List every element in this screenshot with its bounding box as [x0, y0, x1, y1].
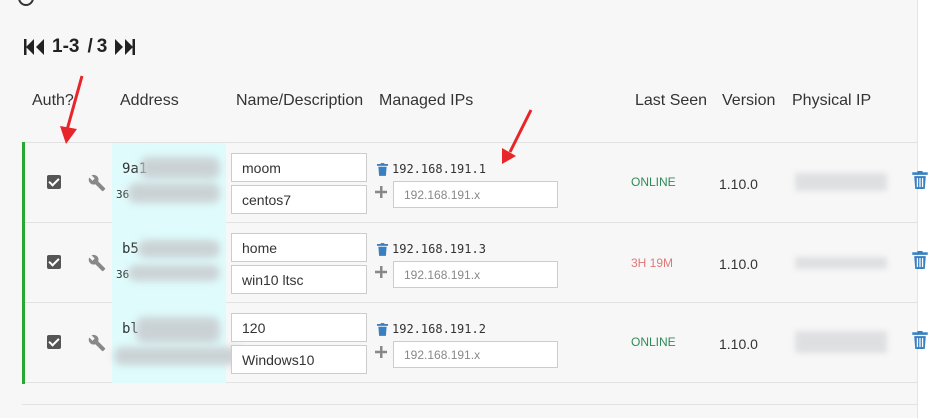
physical-ip-redacted [795, 331, 887, 353]
managed-ip-entry: 192.168.191.2 [377, 321, 486, 337]
physical-ip-redacted [795, 257, 887, 269]
managed-ip-value: 192.168.191.1 [392, 162, 486, 176]
plus-icon[interactable] [375, 346, 387, 358]
managed-ip-entry: 192.168.191.1 [377, 161, 486, 177]
table-row: bl 120 Windows10 192.168.191.2 192.168.1… [0, 303, 928, 383]
auth-checkbox[interactable] [47, 175, 61, 189]
address-cell: b5 36 [112, 223, 226, 303]
redacted-blur [114, 347, 244, 365]
member-name-field[interactable]: moom [231, 153, 367, 182]
add-ip-input[interactable]: 192.168.191.x [393, 341, 558, 368]
managed-ip-value: 192.168.191.3 [392, 242, 486, 256]
managed-ip-entry: 192.168.191.3 [377, 241, 486, 257]
add-ip-input[interactable]: 192.168.191.x [393, 181, 558, 208]
redacted-blur [128, 265, 220, 281]
redacted-blur [136, 317, 220, 343]
member-name-field[interactable]: 120 [231, 313, 367, 342]
last-page-icon[interactable] [113, 38, 136, 56]
last-seen-status: ONLINE [631, 335, 676, 349]
redacted-blur [128, 183, 220, 203]
address-cell: 9a1 36 [112, 143, 226, 223]
wrench-icon[interactable] [88, 254, 106, 272]
annotation-arrow-icon [60, 75, 84, 144]
column-header-version[interactable]: Version [722, 92, 775, 110]
trash-icon[interactable] [912, 331, 928, 349]
redacted-blur [140, 157, 220, 179]
trash-icon[interactable] [377, 162, 388, 176]
page-range: 1-3 [52, 36, 80, 57]
add-ip-input[interactable]: 192.168.191.x [393, 261, 558, 288]
address-cell: bl [112, 303, 244, 383]
last-seen-status: 3H 19M [631, 256, 674, 270]
trash-icon[interactable] [377, 322, 388, 336]
network-members-panel: 1-3 / 3 Auth? Address Name/Description M… [0, 0, 928, 418]
member-name-field[interactable]: home [231, 233, 367, 262]
pagination: 1-3 / 3 [24, 34, 136, 60]
plus-icon[interactable] [375, 266, 387, 278]
auth-checkbox[interactable] [47, 255, 61, 269]
annotation-arrow-icon [502, 109, 533, 164]
column-header-last-seen[interactable]: Last Seen [635, 92, 707, 110]
trash-icon[interactable] [377, 242, 388, 256]
plus-icon[interactable] [375, 186, 387, 198]
member-version: 1.10.0 [719, 176, 758, 192]
wrench-icon[interactable] [88, 334, 106, 352]
member-description-field[interactable]: Windows10 [231, 345, 367, 374]
column-header-managed-ips[interactable]: Managed IPs [379, 92, 473, 110]
member-version: 1.10.0 [719, 256, 758, 272]
member-description-field[interactable]: win10 ltsc [231, 265, 367, 294]
wrench-icon[interactable] [88, 174, 106, 192]
table-divider [22, 404, 917, 405]
collapse-toggle-icon[interactable] [18, 0, 34, 6]
managed-ip-value: 192.168.191.2 [392, 322, 486, 336]
table-row: 9a1 36 moom centos7 192.168.191.1 192.16… [0, 143, 928, 223]
trash-icon[interactable] [912, 251, 928, 269]
physical-ip-redacted [795, 173, 887, 191]
member-address: b5 [122, 241, 139, 257]
column-header-physical-ip[interactable]: Physical IP [792, 92, 871, 110]
trash-icon[interactable] [912, 171, 928, 189]
member-description-field[interactable]: centos7 [231, 185, 367, 214]
member-version: 1.10.0 [719, 336, 758, 352]
auth-checkbox[interactable] [47, 335, 61, 349]
column-header-address[interactable]: Address [120, 92, 179, 110]
first-page-icon[interactable] [24, 38, 46, 56]
page-separator: / [87, 36, 93, 57]
page-total: 3 [96, 36, 108, 57]
column-header-name[interactable]: Name/Description [236, 92, 363, 110]
last-seen-status: ONLINE [631, 175, 676, 189]
redacted-blur [138, 240, 220, 258]
table-row: b5 36 home win10 ltsc 192.168.191.3 192.… [0, 223, 928, 303]
